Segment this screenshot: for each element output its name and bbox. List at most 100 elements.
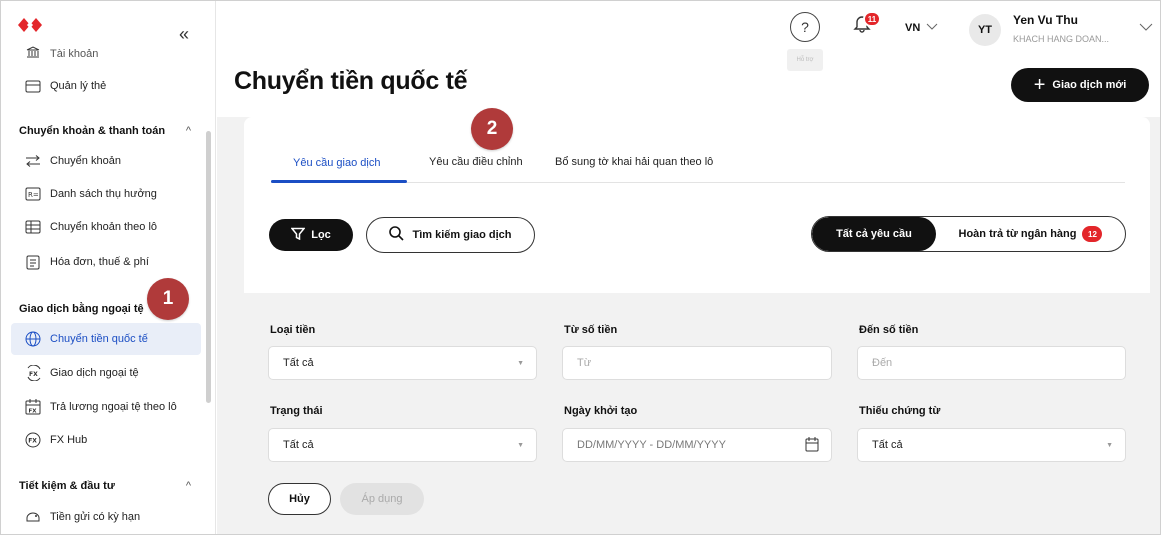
from-amount-input[interactable]: Từ [562, 346, 832, 380]
caret-down-icon: ▼ [517, 360, 524, 367]
sidebar-item-batch-transfer[interactable]: Chuyển khoản theo lô [11, 212, 201, 242]
caret-down-icon: ▼ [1106, 442, 1113, 449]
sidebar-item-cards[interactable]: Quản lý thẻ [11, 71, 201, 101]
caret-down-icon: ▼ [517, 442, 524, 449]
currency-value: Tất cả [283, 357, 314, 369]
cancel-button[interactable]: Hủy [268, 483, 331, 515]
new-transaction-button[interactable]: + Giao dịch mới [1011, 68, 1149, 102]
sidebar-item-term-deposit[interactable]: Tiền gửi có kỳ hạn [11, 502, 201, 532]
svg-text:R=: R= [28, 191, 39, 199]
bank-refund-label: Hoàn trả từ ngân hàng [958, 228, 1077, 240]
sidebar-item-label: Tài khoản [50, 48, 99, 60]
to-amount-input[interactable]: Đến [857, 346, 1126, 380]
from-amount-placeholder: Từ [577, 357, 592, 369]
plus-icon: + [1033, 74, 1046, 96]
step-marker-1: 1 [147, 278, 189, 320]
chevron-up-icon: ^ [185, 480, 191, 492]
filter-label: Lọc [311, 229, 331, 241]
globe-icon [25, 331, 41, 347]
sidebar-item-international-transfer[interactable]: Chuyển tiền quốc tế [11, 323, 201, 355]
user-name: Yen Vu Thu [1013, 13, 1078, 27]
sidebar-item-fx-payroll[interactable]: FX Trả lương ngoại tệ theo lô [11, 392, 201, 422]
sidebar-item-transfer[interactable]: Chuyển khoản [11, 146, 201, 176]
search-transactions-button[interactable]: Tìm kiếm giao dịch [366, 217, 535, 253]
brand-logo[interactable] [18, 16, 42, 39]
missing-docs-label: Thiếu chứng từ [859, 405, 941, 417]
sidebar-item-fx-transactions[interactable]: FX Giao dịch ngoại tệ [11, 358, 201, 388]
bank-icon [25, 44, 41, 60]
status-value: Tất cả [283, 439, 314, 451]
sidebar-item-accounts[interactable]: Tài khoản [11, 38, 201, 60]
missing-docs-select[interactable]: Tất cả ▼ [857, 428, 1126, 462]
sidebar-item-label: Tiền gửi có kỳ hạn [50, 511, 141, 523]
user-menu-chevron-icon[interactable] [1139, 19, 1153, 35]
section-savings-investment[interactable]: Tiết kiệm & đầu tư ^ [19, 480, 199, 492]
bill-icon [25, 254, 41, 270]
sidebar: « Tài khoản Quản lý thẻ Chuyển khoản & t… [1, 1, 216, 534]
filter-button[interactable]: Lọc [269, 219, 353, 251]
from-amount-label: Từ số tiền [564, 324, 618, 336]
filter-icon [290, 227, 306, 243]
chevron-down-icon [926, 22, 938, 34]
created-date-label: Ngày khởi tạo [564, 405, 638, 417]
new-transaction-label: Giao dịch mới [1052, 79, 1127, 91]
sidebar-item-label: Chuyển khoản theo lô [50, 221, 158, 233]
tab-bar: Yêu cầu giao dịch Yêu cầu điều chỉnh Bổ … [271, 156, 1125, 183]
sidebar-item-label: Giao dịch ngoại tệ [50, 367, 139, 379]
section-title: Tiết kiệm & đầu tư [19, 480, 115, 492]
transfer-arrows-icon [25, 153, 41, 169]
card-icon [25, 78, 41, 94]
help-tooltip: Hỗ trợ [787, 49, 823, 71]
currency-select[interactable]: Tất cả ▼ [268, 346, 537, 380]
sidebar-item-label: Trả lương ngoại tệ theo lô [50, 401, 177, 413]
section-title: Giao dịch bằng ngoại tệ [19, 303, 144, 315]
all-requests-option[interactable]: Tất cả yêu cầu [812, 217, 936, 251]
page-title: Chuyển tiền quốc tế [234, 67, 468, 95]
section-transfer-payment[interactable]: Chuyển khoản & thanh toán ^ [19, 125, 199, 137]
fx-exchange-icon: FX [25, 365, 41, 381]
notification-badge: 11 [863, 11, 881, 27]
sidebar-item-bills[interactable]: Hóa đơn, thuế & phí [11, 247, 201, 277]
main-card [244, 117, 1150, 293]
request-type-toggle: Tất cả yêu cầu Hoàn trả từ ngân hàng 12 [811, 216, 1126, 252]
sidebar-item-label: Hóa đơn, thuế & phí [50, 256, 149, 268]
top-bar: ? Hỗ trợ 11 VN YT Yen Vu Thu KHACH HANG … [217, 1, 1160, 71]
status-select[interactable]: Tất cả ▼ [268, 428, 537, 462]
avatar[interactable]: YT [969, 14, 1001, 46]
currency-label: Loại tiền [270, 324, 316, 336]
sidebar-item-label: FX Hub [50, 434, 88, 446]
question-icon: ? [801, 19, 809, 35]
section-title: Chuyển khoản & thanh toán [19, 125, 166, 137]
fx-circle-icon: FX [25, 432, 41, 448]
tab-customs-declaration[interactable]: Bổ sung tờ khai hải quan theo lô [555, 156, 713, 182]
refund-count-badge: 12 [1082, 226, 1103, 242]
to-amount-placeholder: Đến [872, 357, 893, 369]
batch-table-icon [25, 219, 41, 235]
date-range-input[interactable]: DD/MM/YYYY - DD/MM/YYYY [562, 428, 832, 462]
calendar-icon[interactable] [805, 437, 819, 455]
missing-docs-value: Tất cả [872, 439, 903, 451]
sidebar-item-label: Danh sách thụ hưởng [50, 188, 157, 200]
app-window: « Tài khoản Quản lý thẻ Chuyển khoản & t… [0, 0, 1161, 535]
active-tab-indicator [271, 180, 407, 183]
beneficiary-list-icon: R= [25, 186, 41, 202]
sidebar-item-fx-hub[interactable]: FX FX Hub [11, 425, 201, 455]
status-label: Trạng thái [270, 405, 323, 417]
to-amount-label: Đến số tiền [859, 324, 919, 336]
sidebar-item-label: Quản lý thẻ [50, 80, 107, 92]
bank-refund-option[interactable]: Hoàn trả từ ngân hàng 12 [936, 217, 1125, 251]
sidebar-item-beneficiaries[interactable]: R= Danh sách thụ hưởng [11, 179, 201, 209]
sidebar-item-label: Chuyển khoản [50, 155, 121, 167]
help-button[interactable]: ? [790, 12, 820, 42]
language-selector[interactable]: VN [905, 22, 938, 34]
user-role: KHACH HANG DOAN... [1013, 34, 1110, 44]
language-code: VN [905, 22, 921, 34]
svg-text:FX: FX [28, 438, 37, 445]
tab-adjustment-requests[interactable]: Yêu cầu điều chỉnh [429, 156, 523, 182]
apply-button[interactable]: Áp dụng [340, 483, 424, 515]
sidebar-scrollbar[interactable] [206, 131, 211, 403]
step-marker-2: 2 [471, 108, 513, 150]
svg-text:FX: FX [29, 409, 38, 415]
svg-text:FX: FX [29, 371, 38, 378]
sidebar-item-label: Chuyển tiền quốc tế [50, 333, 148, 345]
